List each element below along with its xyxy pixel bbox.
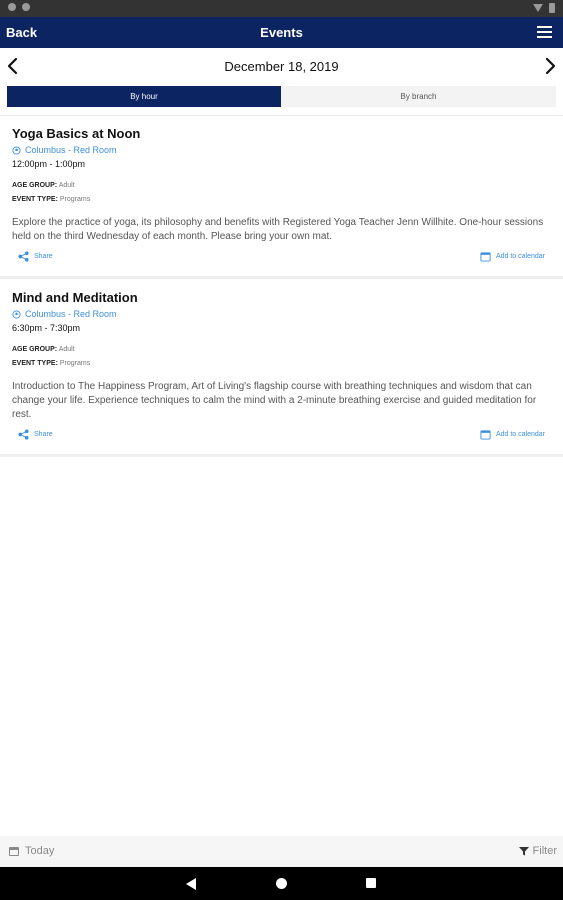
event-location[interactable]: Columbus - Red Room xyxy=(12,309,551,319)
nav-recents-icon[interactable] xyxy=(366,878,376,888)
page-title: Events xyxy=(260,25,303,40)
add-to-calendar-label: Add to calendar xyxy=(495,253,545,260)
event-time: 6:30pm - 7:30pm xyxy=(12,323,81,333)
chevron-right-icon[interactable] xyxy=(541,57,559,75)
event-type-label: EVENT TYPE: xyxy=(12,196,58,203)
notification-icon xyxy=(8,3,16,11)
app-bar: Back Events xyxy=(0,17,563,48)
filter-icon xyxy=(518,847,529,856)
tab-by-hour[interactable]: By hour xyxy=(7,86,281,107)
divider xyxy=(0,454,563,457)
share-button[interactable]: Share xyxy=(18,429,53,440)
share-icon xyxy=(18,251,29,262)
view-toggle: By hour By branch xyxy=(7,86,556,107)
wifi-icon xyxy=(533,4,543,12)
menu-icon[interactable] xyxy=(537,26,552,39)
status-left-icons xyxy=(8,3,30,11)
age-group-label: AGE GROUP: xyxy=(12,346,58,353)
age-group-value: Adult xyxy=(58,346,75,353)
event-type-label: EVENT TYPE: xyxy=(12,360,58,367)
nav-home-icon[interactable] xyxy=(276,878,287,889)
event-card: Yoga Basics at Noon Columbus - Red Room … xyxy=(0,126,563,267)
notification-icon xyxy=(22,3,30,11)
share-button[interactable]: Share xyxy=(18,251,53,262)
age-group-label: AGE GROUP: xyxy=(12,182,58,189)
event-time: 12:00pm - 1:00pm xyxy=(12,159,86,169)
event-card: Mind and Meditation Columbus - Red Room … xyxy=(0,290,563,445)
status-bar xyxy=(0,0,563,17)
add-to-calendar-label: Add to calendar xyxy=(495,431,545,438)
event-actions: Share Add to calendar xyxy=(12,429,551,445)
divider xyxy=(0,115,563,116)
filter-button[interactable]: Filter xyxy=(518,845,557,857)
event-location-label: Columbus - Red Room xyxy=(25,145,117,155)
date-navigator: December 18, 2019 xyxy=(0,48,563,84)
location-pin-icon xyxy=(12,145,21,155)
tab-by-branch[interactable]: By branch xyxy=(281,86,556,107)
event-description: Introduction to The Happiness Program, A… xyxy=(12,381,537,420)
event-type-value: Programs xyxy=(59,360,91,367)
event-actions: Share Add to calendar xyxy=(12,251,551,267)
add-to-calendar-button[interactable]: Add to calendar xyxy=(480,429,545,440)
share-label: Share xyxy=(34,253,53,260)
event-meta: AGE GROUP: Adult EVENT TYPE: Programs xyxy=(12,343,551,371)
nav-back-icon[interactable] xyxy=(186,878,196,890)
system-nav-bar xyxy=(0,867,563,900)
today-label: Today xyxy=(25,845,55,857)
share-label: Share xyxy=(34,431,53,438)
event-title: Yoga Basics at Noon xyxy=(12,126,141,141)
event-location-label: Columbus - Red Room xyxy=(25,309,117,319)
share-icon xyxy=(18,429,29,440)
event-location[interactable]: Columbus - Red Room xyxy=(12,145,551,155)
today-button[interactable]: Today xyxy=(8,845,54,857)
divider xyxy=(0,276,563,279)
filter-label: Filter xyxy=(532,845,557,857)
event-description: Explore the practice of yoga, its philos… xyxy=(12,217,544,242)
location-pin-icon xyxy=(12,309,21,319)
event-title: Mind and Meditation xyxy=(12,290,138,305)
status-right-icons xyxy=(533,3,555,13)
calendar-icon xyxy=(9,847,19,856)
event-meta: AGE GROUP: Adult EVENT TYPE: Programs xyxy=(12,179,551,207)
bottom-toolbar: Today Filter xyxy=(0,836,563,867)
age-group-value: Adult xyxy=(58,182,75,189)
add-to-calendar-button[interactable]: Add to calendar xyxy=(480,251,545,262)
current-date: December 18, 2019 xyxy=(224,59,339,74)
battery-icon xyxy=(549,3,555,13)
calendar-icon xyxy=(480,252,491,262)
calendar-icon xyxy=(480,430,491,440)
event-type-value: Programs xyxy=(59,196,91,203)
